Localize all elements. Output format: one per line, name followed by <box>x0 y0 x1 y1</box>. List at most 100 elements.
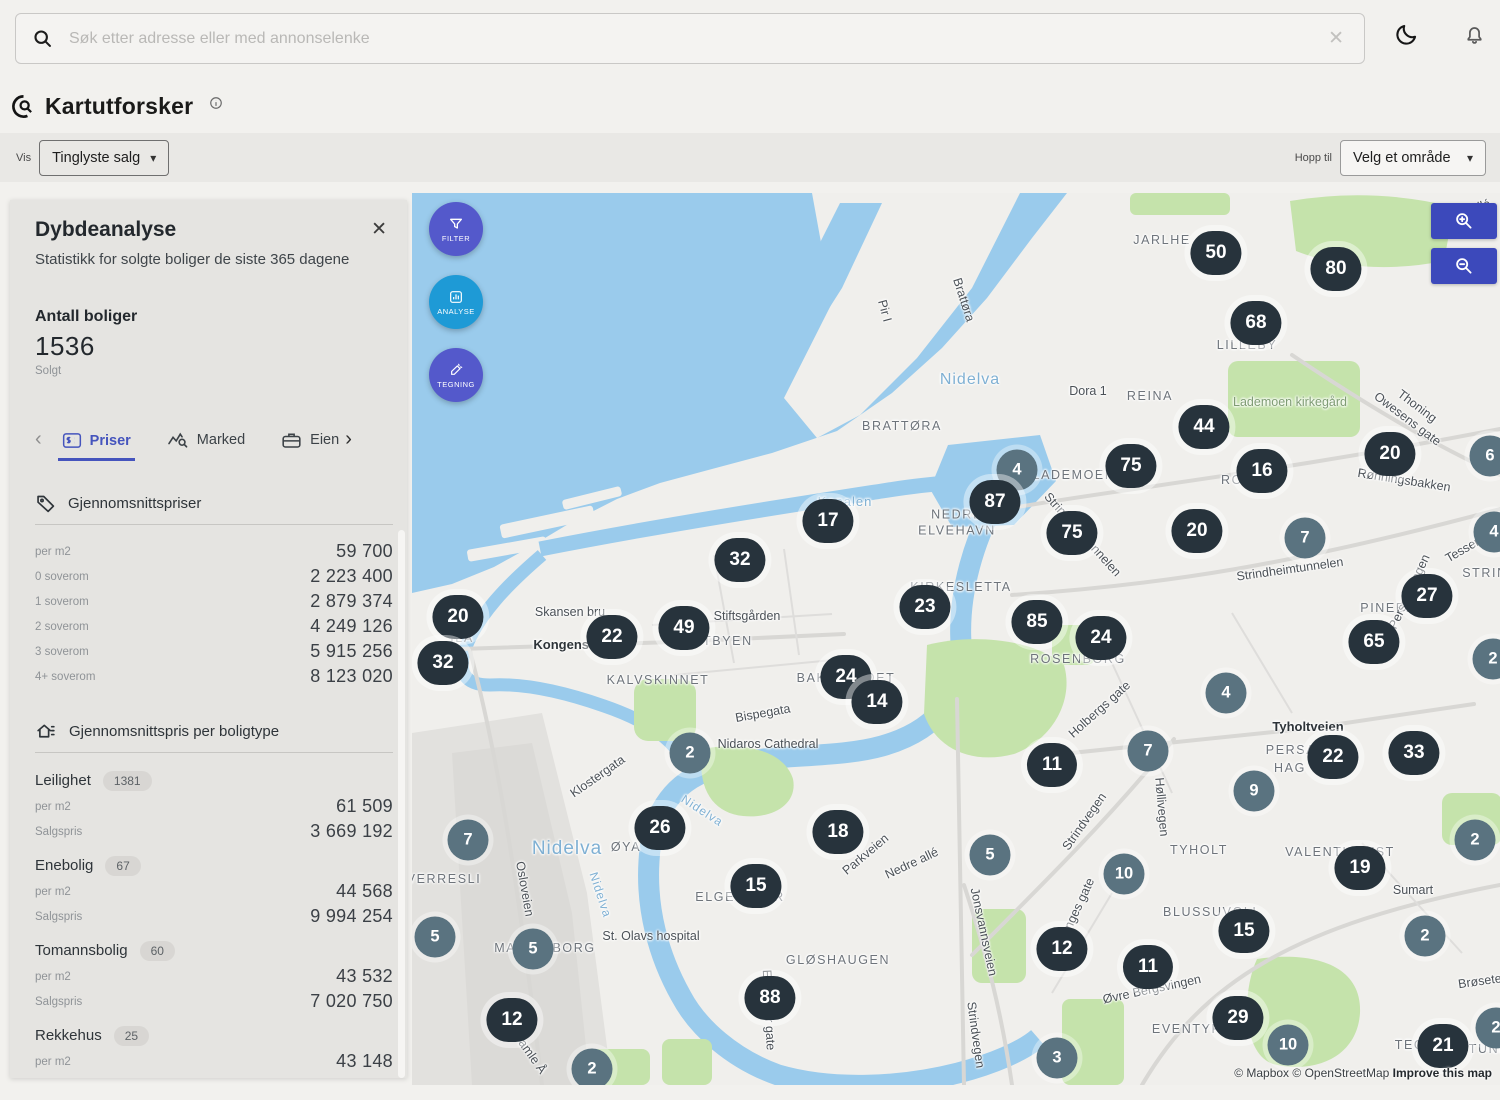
stat-row: 4+ soverom8 123 020 <box>35 664 393 689</box>
map-marker[interactable]: 20 <box>1364 432 1415 476</box>
search-bar[interactable]: ✕ <box>15 13 1365 64</box>
map-marker[interactable]: 2 <box>1405 916 1446 957</box>
type-group-header: Leilighet1381 <box>35 767 393 794</box>
map-marker[interactable]: 5 <box>415 917 456 958</box>
map-marker[interactable]: 22 <box>1307 735 1358 779</box>
tegning-button[interactable]: TEGNING <box>429 348 483 402</box>
map-marker[interactable]: 12 <box>1036 927 1087 971</box>
map-marker[interactable]: 85 <box>1011 600 1062 644</box>
tab-marked[interactable]: Marked <box>163 431 249 461</box>
stat-label: Salgspris <box>35 826 82 838</box>
search-icon <box>32 28 53 49</box>
map-marker[interactable]: 29 <box>1212 996 1263 1040</box>
map-marker[interactable]: 18 <box>812 810 863 854</box>
briefcase-icon <box>281 431 302 449</box>
map-marker[interactable]: 32 <box>714 538 765 582</box>
stat-label: 3 soverom <box>35 646 89 658</box>
map-marker[interactable]: 23 <box>899 585 950 629</box>
map-marker[interactable]: 2 <box>1455 820 1496 861</box>
map-marker[interactable]: 11 <box>1027 743 1077 787</box>
dark-mode-moon-icon[interactable] <box>1394 22 1419 47</box>
map-marker[interactable]: 3 <box>1037 1038 1078 1079</box>
vis-dropdown[interactable]: Tinglyste salg ▾ <box>39 140 169 176</box>
map-marker[interactable]: 33 <box>1388 731 1439 775</box>
kartutforsker-logo <box>10 93 37 120</box>
zoom-in-button[interactable] <box>1431 203 1497 239</box>
map-marker[interactable]: 4 <box>1206 673 1247 714</box>
stat-value: 5 915 256 <box>310 641 393 662</box>
map-marker[interactable]: 75 <box>1105 444 1156 488</box>
stat-value: 61 509 <box>336 796 393 817</box>
map-marker[interactable]: 22 <box>586 615 637 659</box>
notifications-bell-icon[interactable] <box>1463 23 1486 46</box>
map-marker[interactable]: 2 <box>572 1049 613 1086</box>
stat-value: 9 994 254 <box>310 906 393 927</box>
stat-value: 59 700 <box>336 541 393 562</box>
map-marker[interactable]: 7 <box>1285 518 1326 559</box>
panel-title: Dybdeanalyse <box>35 218 176 242</box>
map-marker[interactable]: 32 <box>417 641 468 685</box>
map-marker[interactable]: 87 <box>969 480 1020 524</box>
map-marker[interactable]: 17 <box>802 499 853 543</box>
map-marker[interactable]: 80 <box>1310 247 1361 291</box>
area-dropdown[interactable]: Velg et område ▾ <box>1340 140 1486 176</box>
tab-priser[interactable]: Priser <box>58 432 135 461</box>
area-dropdown-value: Velg et område <box>1353 150 1451 166</box>
map-marker[interactable]: 20 <box>1171 509 1222 553</box>
stat-label: per m2 <box>35 1056 71 1068</box>
map-toolbar: Vis Tinglyste salg ▾ Hopp til Velg et om… <box>0 133 1500 182</box>
map-marker[interactable]: 21 <box>1417 1024 1468 1068</box>
map-marker[interactable]: 9 <box>1234 771 1275 812</box>
search-input[interactable] <box>67 29 1324 49</box>
map-marker[interactable]: 24 <box>1075 616 1126 660</box>
panel-scrollbar[interactable] <box>398 530 405 1078</box>
tabs-chevron-right-icon[interactable]: › <box>343 429 352 461</box>
stat-row: per m243 532 <box>35 964 393 989</box>
map-marker[interactable]: 15 <box>730 864 781 908</box>
map-marker[interactable]: 15 <box>1218 909 1269 953</box>
map-marker[interactable]: 11 <box>1123 945 1173 989</box>
stat-row: 0 soverom2 223 400 <box>35 564 393 589</box>
analyse-button[interactable]: ANALYSE <box>429 275 483 329</box>
tabs-chevron-left-icon[interactable]: ‹ <box>35 429 44 461</box>
map-marker[interactable]: 5 <box>970 835 1011 876</box>
map-marker[interactable]: 10 <box>1268 1025 1309 1066</box>
map-marker[interactable]: 14 <box>851 680 902 724</box>
map-marker[interactable]: 5 <box>513 929 554 970</box>
map-marker[interactable]: 68 <box>1230 301 1281 345</box>
map-marker[interactable]: 20 <box>432 595 483 639</box>
map-marker[interactable]: 12 <box>486 998 537 1042</box>
stat-label: per m2 <box>35 801 71 813</box>
map-marker[interactable]: 49 <box>658 606 709 650</box>
map-canvas[interactable]: JARLHELILLEBYREINADora 1Lademoen kirkegå… <box>412 193 1500 1085</box>
map-marker[interactable]: 7 <box>1128 731 1169 772</box>
search-clear-icon[interactable]: ✕ <box>1324 25 1348 52</box>
map-marker[interactable]: 2 <box>670 733 711 774</box>
map-marker[interactable]: 19 <box>1334 846 1385 890</box>
zoom-out-button[interactable] <box>1431 248 1497 284</box>
map-marker[interactable]: 16 <box>1236 449 1287 493</box>
hopp-til-label: Hopp til <box>1295 152 1332 164</box>
stat-label: 2 soverom <box>35 621 89 633</box>
topbar: ✕ <box>0 0 1500 80</box>
map-marker[interactable]: 50 <box>1190 231 1241 275</box>
close-icon[interactable]: ✕ <box>365 218 393 241</box>
info-icon[interactable] <box>209 96 223 110</box>
map-marker[interactable]: 65 <box>1348 620 1399 664</box>
stat-row: Salgspris3 669 192 <box>35 819 393 844</box>
pen-icon <box>448 362 464 378</box>
filter-button[interactable]: FILTER <box>429 202 483 256</box>
map-marker[interactable]: 7 <box>448 820 489 861</box>
mapbox-attribution-link[interactable]: © Mapbox <box>1234 1066 1289 1080</box>
improve-map-link[interactable]: Improve this map <box>1393 1066 1492 1080</box>
map-marker[interactable]: 26 <box>634 806 685 850</box>
type-group-header: Rekkehus25 <box>35 1022 393 1049</box>
type-name: Enebolig <box>35 857 93 874</box>
map-marker[interactable]: 75 <box>1046 511 1097 555</box>
map-marker[interactable]: 10 <box>1104 854 1145 895</box>
tab-eiendom[interactable]: Eien <box>277 431 343 461</box>
map-marker[interactable]: 44 <box>1178 405 1229 449</box>
osm-attribution-link[interactable]: © OpenStreetMap <box>1292 1066 1389 1080</box>
map-marker[interactable]: 88 <box>744 976 795 1020</box>
map-marker[interactable]: 27 <box>1401 574 1452 618</box>
